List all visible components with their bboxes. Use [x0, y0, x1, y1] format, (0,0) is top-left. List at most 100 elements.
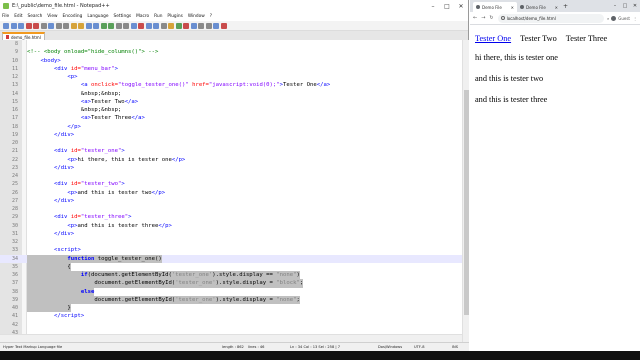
toolbar-icon[interactable]	[93, 22, 99, 29]
toolbar-icon[interactable]	[85, 22, 92, 29]
code-line[interactable]: 37 document.getElementById('tester_one')…	[0, 279, 462, 288]
toolbar-icon[interactable]	[48, 22, 54, 29]
menu-view[interactable]: View	[47, 14, 57, 19]
vertical-scrollbar[interactable]	[462, 40, 469, 342]
code-line[interactable]: 21 <div id="tester_one">	[0, 147, 462, 155]
close-icon[interactable]: ✕	[630, 0, 640, 12]
guest-avatar-icon[interactable]	[611, 15, 617, 21]
code-line[interactable]: 36 if(document.getElementById('tester_on…	[0, 271, 462, 280]
forward-icon[interactable]: →	[481, 15, 485, 21]
menu-language[interactable]: Language	[87, 14, 108, 19]
toolbar-icon[interactable]	[160, 22, 167, 29]
code-line[interactable]: 40 }	[0, 304, 462, 313]
address-bar[interactable]: localhost/demo_file.html	[497, 13, 604, 23]
toolbar-icon[interactable]	[78, 22, 84, 29]
search-icon[interactable]: ⌕	[607, 16, 609, 21]
code-line[interactable]: 29 <div id="tester_three">	[0, 213, 462, 221]
horizontal-scrollbar[interactable]	[0, 334, 462, 342]
toolbar-icon[interactable]	[138, 22, 144, 29]
profile-label[interactable]: Guest	[618, 16, 630, 21]
minimize-icon[interactable]: –	[426, 0, 440, 12]
link-tester-one[interactable]: Tester One	[475, 34, 511, 43]
toolbar-icon[interactable]	[10, 22, 17, 29]
code-line[interactable]: 41 </script>	[0, 312, 462, 320]
code-line[interactable]: 20	[0, 139, 462, 147]
close-icon[interactable]: ✕	[454, 0, 468, 12]
toolbar-icon[interactable]	[100, 22, 107, 29]
code-line[interactable]: 9 <!-- <body onload="hide_columns()"> -->	[0, 48, 462, 56]
toolbar-icon[interactable]	[70, 22, 77, 29]
code-line[interactable]: 23 </div>	[0, 164, 462, 172]
code-line[interactable]: 17 <a>Tester Three</a>	[0, 114, 462, 122]
code-line[interactable]: 8	[0, 40, 462, 48]
reload-icon[interactable]: ↻	[489, 15, 493, 21]
toolbar-icon[interactable]	[145, 22, 152, 29]
menu-run[interactable]: Run	[154, 14, 162, 19]
code-line[interactable]: 39 document.getElementById('tester_one')…	[0, 295, 462, 304]
scroll-thumb[interactable]	[464, 90, 469, 315]
toolbar-icon[interactable]	[205, 22, 212, 29]
code-line[interactable]: 16 &nbsp;&nbsp;	[0, 106, 462, 114]
code-line[interactable]: 42	[0, 321, 462, 329]
menu-help[interactable]: ?	[210, 14, 212, 19]
menu-plugins[interactable]: Plugins	[167, 14, 182, 19]
code-line[interactable]: 25 <div id="tester_two">	[0, 180, 462, 188]
code-line[interactable]: 15 <a>Tester Two</a>	[0, 98, 462, 106]
more-menu-icon[interactable]: ⋮	[633, 16, 637, 21]
code-line[interactable]: 11 <div id="menu_bar">	[0, 65, 462, 73]
file-tab[interactable]: demo_file.html	[2, 32, 45, 40]
code-line[interactable]: 35 {	[0, 262, 462, 271]
code-line[interactable]: 34 function toggle_tester_one()	[0, 254, 462, 263]
minimize-icon[interactable]: –	[610, 0, 620, 12]
info-icon[interactable]	[500, 16, 505, 20]
toolbar-icon[interactable]	[25, 22, 32, 29]
browser-tab-active[interactable]: Demo File ✕	[473, 2, 517, 12]
code-line[interactable]: 26 <p>and this is tester two</p>	[0, 189, 462, 197]
toolbar-icon[interactable]	[198, 22, 204, 29]
toolbar-icon[interactable]	[18, 22, 24, 29]
code-line[interactable]: 32	[0, 238, 462, 246]
menu-search[interactable]: Search	[28, 14, 43, 19]
code-line[interactable]: 30 <p>and this is tester three</p>	[0, 222, 462, 230]
tab-close-icon[interactable]: ✕	[511, 5, 514, 10]
code-line[interactable]: 22 <p>hi there, this is tester one</p>	[0, 156, 462, 164]
toolbar-icon[interactable]	[220, 22, 227, 29]
code-line[interactable]: 28	[0, 205, 462, 213]
browser-scrollbar[interactable]	[635, 26, 640, 351]
toolbar-icon[interactable]	[213, 22, 219, 29]
toolbar-icon[interactable]	[183, 22, 189, 29]
code-line[interactable]: 31 </div>	[0, 230, 462, 238]
toolbar-icon[interactable]	[115, 22, 122, 29]
toolbar-icon[interactable]	[40, 22, 47, 29]
code-line[interactable]: 24	[0, 172, 462, 180]
browser-tab[interactable]: Demo File ✕	[517, 2, 561, 12]
code-line[interactable]: 19 </div>	[0, 131, 462, 139]
maximize-icon[interactable]: □	[440, 0, 454, 12]
maximize-icon[interactable]: □	[620, 0, 630, 12]
toolbar-icon[interactable]	[63, 22, 69, 29]
toolbar-icon[interactable]	[175, 22, 182, 29]
toolbar-icon[interactable]	[130, 22, 137, 29]
toolbar-icon[interactable]	[168, 22, 174, 29]
code-line[interactable]: 33 <script>	[0, 246, 462, 254]
code-line[interactable]: 27 </div>	[0, 197, 462, 205]
code-editor[interactable]: 8 9 <!-- <body onload="hide_columns()"> --…	[0, 40, 462, 342]
menu-window[interactable]: Window	[188, 14, 205, 19]
code-line[interactable]: 18 </p>	[0, 123, 462, 131]
toolbar-icon[interactable]	[123, 22, 129, 29]
code-line[interactable]: 10 <body>	[0, 57, 462, 65]
back-icon[interactable]: ←	[473, 15, 477, 21]
toolbar-icon[interactable]	[190, 22, 197, 29]
menu-encoding[interactable]: Encoding	[63, 14, 83, 19]
code-line[interactable]: 12 <p>	[0, 73, 462, 81]
menu-file[interactable]: File	[2, 14, 9, 19]
menu-macro[interactable]: Macro	[136, 14, 149, 19]
toolbar-icon[interactable]	[108, 22, 114, 29]
code-line[interactable]: 14 &nbsp;&nbsp;	[0, 90, 462, 98]
code-line[interactable]: 13 <a onclick="toggle_tester_one()" href…	[0, 81, 462, 89]
toolbar-icon[interactable]	[33, 22, 39, 29]
tab-close-icon[interactable]: ✕	[555, 5, 558, 10]
menu-settings[interactable]: Settings	[114, 14, 132, 19]
code-line[interactable]: 38 else	[0, 287, 462, 296]
menu-edit[interactable]: Edit	[14, 14, 22, 19]
